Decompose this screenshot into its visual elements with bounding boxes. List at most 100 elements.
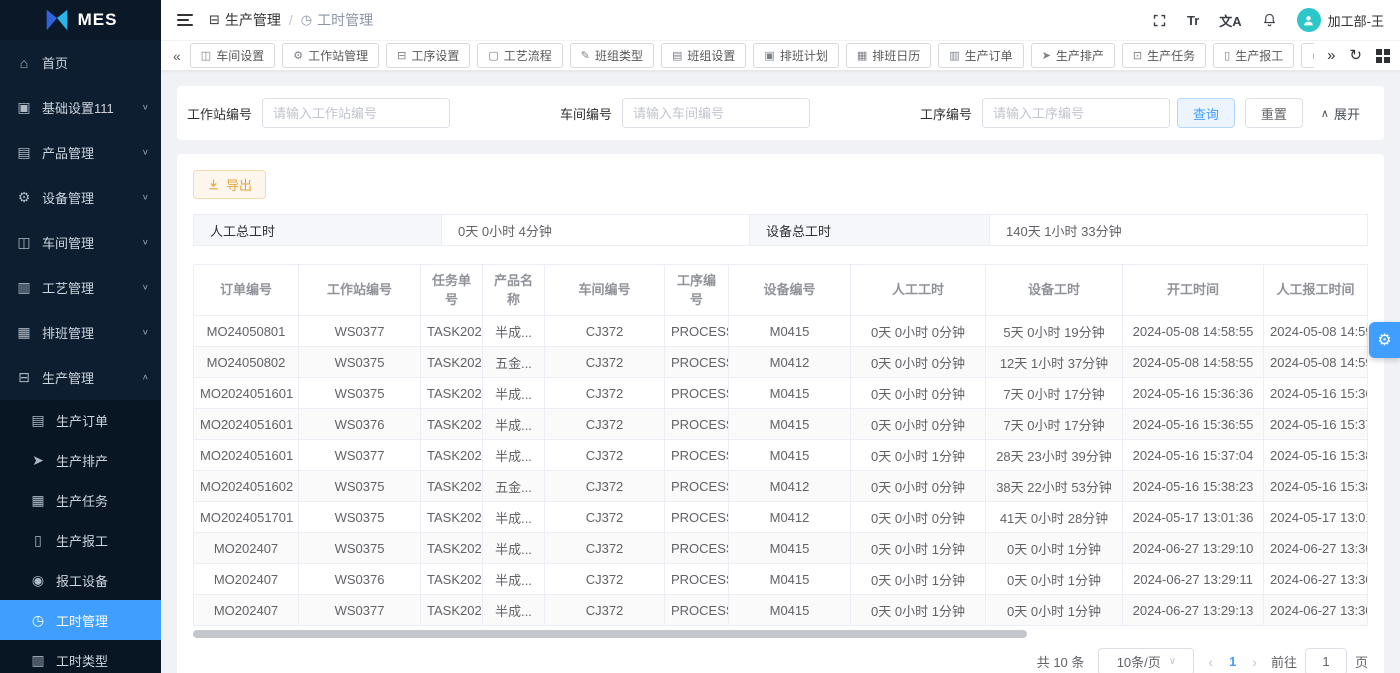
tab-label: 车间设置 — [216, 49, 265, 63]
fullscreen-icon[interactable] — [1152, 13, 1167, 28]
sidebar-item-icon: ⊟ — [18, 369, 30, 385]
table-row[interactable]: MO202407WS0376TASK20240024半成...CJ372PROC… — [193, 563, 1368, 595]
nav-tab[interactable]: ➤ 生产排产 — [1030, 43, 1115, 68]
reset-button[interactable]: 重置 — [1244, 98, 1303, 128]
table-row[interactable]: MO24050802WS0375TASK20240017五金...CJ372PR… — [193, 346, 1368, 378]
table-cell: MO2024051601 — [193, 377, 299, 409]
table-cell: CJ372 — [544, 594, 665, 626]
sidebar-subitem[interactable]: ▯ 生产报工 — [0, 520, 161, 560]
column-header: 工作站编号 — [298, 264, 421, 316]
sidebar-item[interactable]: ◫ 车间管理 ∨ — [0, 220, 161, 265]
export-button[interactable]: 导出 — [193, 170, 267, 199]
language-icon[interactable]: 文A — [1219, 11, 1241, 30]
nav-tab[interactable]: ▦ 排班日历 — [845, 43, 932, 68]
bell-icon[interactable] — [1262, 12, 1277, 28]
sidebar-subitem-label: 生产报工 — [56, 533, 109, 549]
table-row[interactable]: MO2024051701WS0375TASK20240022半成...CJ372… — [193, 501, 1368, 533]
nav-tab[interactable]: ⚙ 工作站管理 — [282, 43, 380, 68]
table-row[interactable]: MO202407WS0375TASK20240023半成...CJ372PROC… — [193, 532, 1368, 564]
nav-tab[interactable]: ▢ 工艺流程 — [477, 43, 563, 68]
table-cell: 0天 0小时 0分钟 — [850, 501, 986, 533]
nav-tab[interactable]: ⊡ 生产任务 — [1121, 43, 1207, 68]
process-input[interactable] — [982, 98, 1171, 128]
table-cell: CJ372 — [544, 346, 665, 378]
tabs-scroll-right-icon[interactable]: » — [1327, 48, 1335, 63]
station-input[interactable] — [262, 98, 451, 128]
table-cell: CJ372 — [544, 532, 665, 564]
sidebar-subitem[interactable]: ➤ 生产排产 — [0, 440, 161, 480]
summary-bar: 人工总工时 0天 0小时 4分钟 设备总工时 140天 1小时 33分钟 — [193, 214, 1368, 246]
collapse-toggle[interactable]: ∧ 展开 — [1321, 104, 1360, 123]
nav-tab[interactable]: ▥ 生产订单 — [938, 43, 1024, 68]
table-cell: CJ372 — [544, 563, 665, 595]
table-header-row: 订单编号 工作站编号 任务单号 产品名称 车间编号 工序编号 设备编号 人工工时 设备工时 开工时… — [193, 264, 1368, 316]
table-cell: PROCESS543 — [664, 470, 729, 502]
table-row[interactable]: MO202407WS0377TASK20240025半成...CJ372PROC… — [193, 594, 1368, 626]
table-row[interactable]: MO2024051601WS0376TASK20240019半成...CJ372… — [193, 408, 1368, 440]
sidebar-item-label: 首页 — [42, 56, 69, 71]
sidebar-item-icon: ⚙ — [17, 189, 31, 205]
page-number[interactable]: 1 — [1229, 654, 1236, 669]
sidebar-item[interactable]: ▤ 产品管理 ∨ — [0, 130, 161, 175]
user-menu[interactable]: 加工部-王 — [1296, 8, 1384, 32]
sidebar-item[interactable]: ▥ 工艺管理 ∨ — [0, 265, 161, 310]
sidebar-item-icon: ▣ — [17, 99, 31, 115]
table-row[interactable]: MO2024051601WS0375TASK20240018半成...CJ372… — [193, 377, 1368, 409]
sidebar-subitem[interactable]: ◉ 报工设备 — [0, 560, 161, 600]
goto-page-input[interactable] — [1304, 648, 1347, 673]
table-cell: 38天 22小时 53分钟 — [985, 470, 1123, 502]
nav-tab[interactable]: ⊟ 工序设置 — [386, 43, 471, 68]
table-cell: 2024-06-27 13:30:16 — [1263, 563, 1368, 595]
app-logo: MES — [0, 0, 161, 40]
nav-tab[interactable]: ✎ 班组类型 — [569, 43, 654, 68]
sidebar-subitem-label: 工时管理 — [56, 613, 109, 629]
table-cell: 0天 0小时 0分钟 — [850, 470, 986, 502]
tabs-scroll-left-icon[interactable]: « — [171, 48, 183, 64]
sidebar-subitem[interactable]: ▦ 生产任务 — [0, 480, 161, 520]
sidebar-item[interactable]: ⚙ 设备管理 ∨ — [0, 175, 161, 220]
table-cell: CJ372 — [544, 377, 665, 409]
layout-grid-icon[interactable] — [1376, 48, 1390, 63]
nav-tab[interactable]: ◫ 车间设置 — [189, 43, 276, 68]
nav-tab[interactable]: ◉ 报工设备 — [1301, 43, 1315, 68]
tab-label: 生产报工 — [1235, 49, 1284, 63]
sidebar-subitem[interactable]: ▤ 生产订单 — [0, 400, 161, 440]
scrollbar-thumb[interactable] — [193, 630, 1028, 638]
table-header: 订单编号 工作站编号 任务单号 产品名称 车间编号 工序编号 设备编号 人工工时 设备工时 开工时… — [193, 264, 1368, 316]
table-cell: 2024-05-16 15:36:55 — [1122, 408, 1264, 440]
table-settings-button[interactable]: ⚙ — [1369, 322, 1400, 358]
chevron-down-icon: ∨ — [1168, 656, 1177, 667]
table-row[interactable]: MO2024051601WS0377TASK20240020半成...CJ372… — [193, 439, 1368, 471]
tab-label: 工作站管理 — [308, 49, 369, 63]
table-cell: M0415 — [728, 532, 851, 564]
table-cell: 2024-05-17 13:01:40 — [1263, 501, 1368, 533]
filter-process: 工序编号 — [920, 98, 1171, 128]
workshop-input[interactable] — [622, 98, 811, 128]
table-cell: M0415 — [728, 594, 851, 626]
table-cell: CJ372 — [544, 501, 665, 533]
table-row[interactable]: MO2024051602WS0375TASK20240021五金...CJ372… — [193, 470, 1368, 502]
table-row[interactable]: MO24050801WS0377TASK20240016半成...CJ372PR… — [193, 315, 1368, 347]
sidebar-item[interactable]: ▦ 排班管理 ∨ — [0, 310, 161, 355]
nav-tab[interactable]: ▯ 生产报工 — [1213, 43, 1295, 68]
collapse-sidebar-icon[interactable] — [177, 14, 193, 26]
prev-page-button[interactable]: ‹ — [1208, 654, 1213, 670]
font-size-icon[interactable]: Tr — [1187, 13, 1199, 28]
nav-tab[interactable]: ▤ 班组设置 — [661, 43, 747, 68]
sidebar-item[interactable]: ⌂ 首页 — [0, 40, 161, 85]
tab-icon: ⊡ — [1132, 50, 1143, 62]
breadcrumb-parent[interactable]: ⊟ 生产管理 — [209, 10, 281, 30]
sidebar-item[interactable]: ⊟ 生产管理 ∧ — [0, 355, 161, 400]
table-cell: PROCESS543 — [664, 532, 729, 564]
page-size-select[interactable]: 10条/页 ∨ — [1098, 648, 1195, 673]
table-cell: WS0377 — [298, 594, 421, 626]
next-page-button[interactable]: › — [1252, 654, 1257, 670]
table-cell: MO202407 — [193, 563, 299, 595]
nav-tab[interactable]: ▣ 排班计划 — [753, 43, 839, 68]
query-button[interactable]: 查询 — [1176, 98, 1235, 128]
refresh-icon[interactable]: ↻ — [1349, 48, 1362, 63]
sidebar-item[interactable]: ▣ 基础设置111 ∨ — [0, 85, 161, 130]
sidebar-subitem[interactable]: ◷ 工时管理 — [0, 600, 161, 640]
sidebar-subitem[interactable]: ▥ 工时类型 — [0, 640, 161, 673]
table-cell: 2024-06-27 13:29:13 — [1122, 594, 1264, 626]
